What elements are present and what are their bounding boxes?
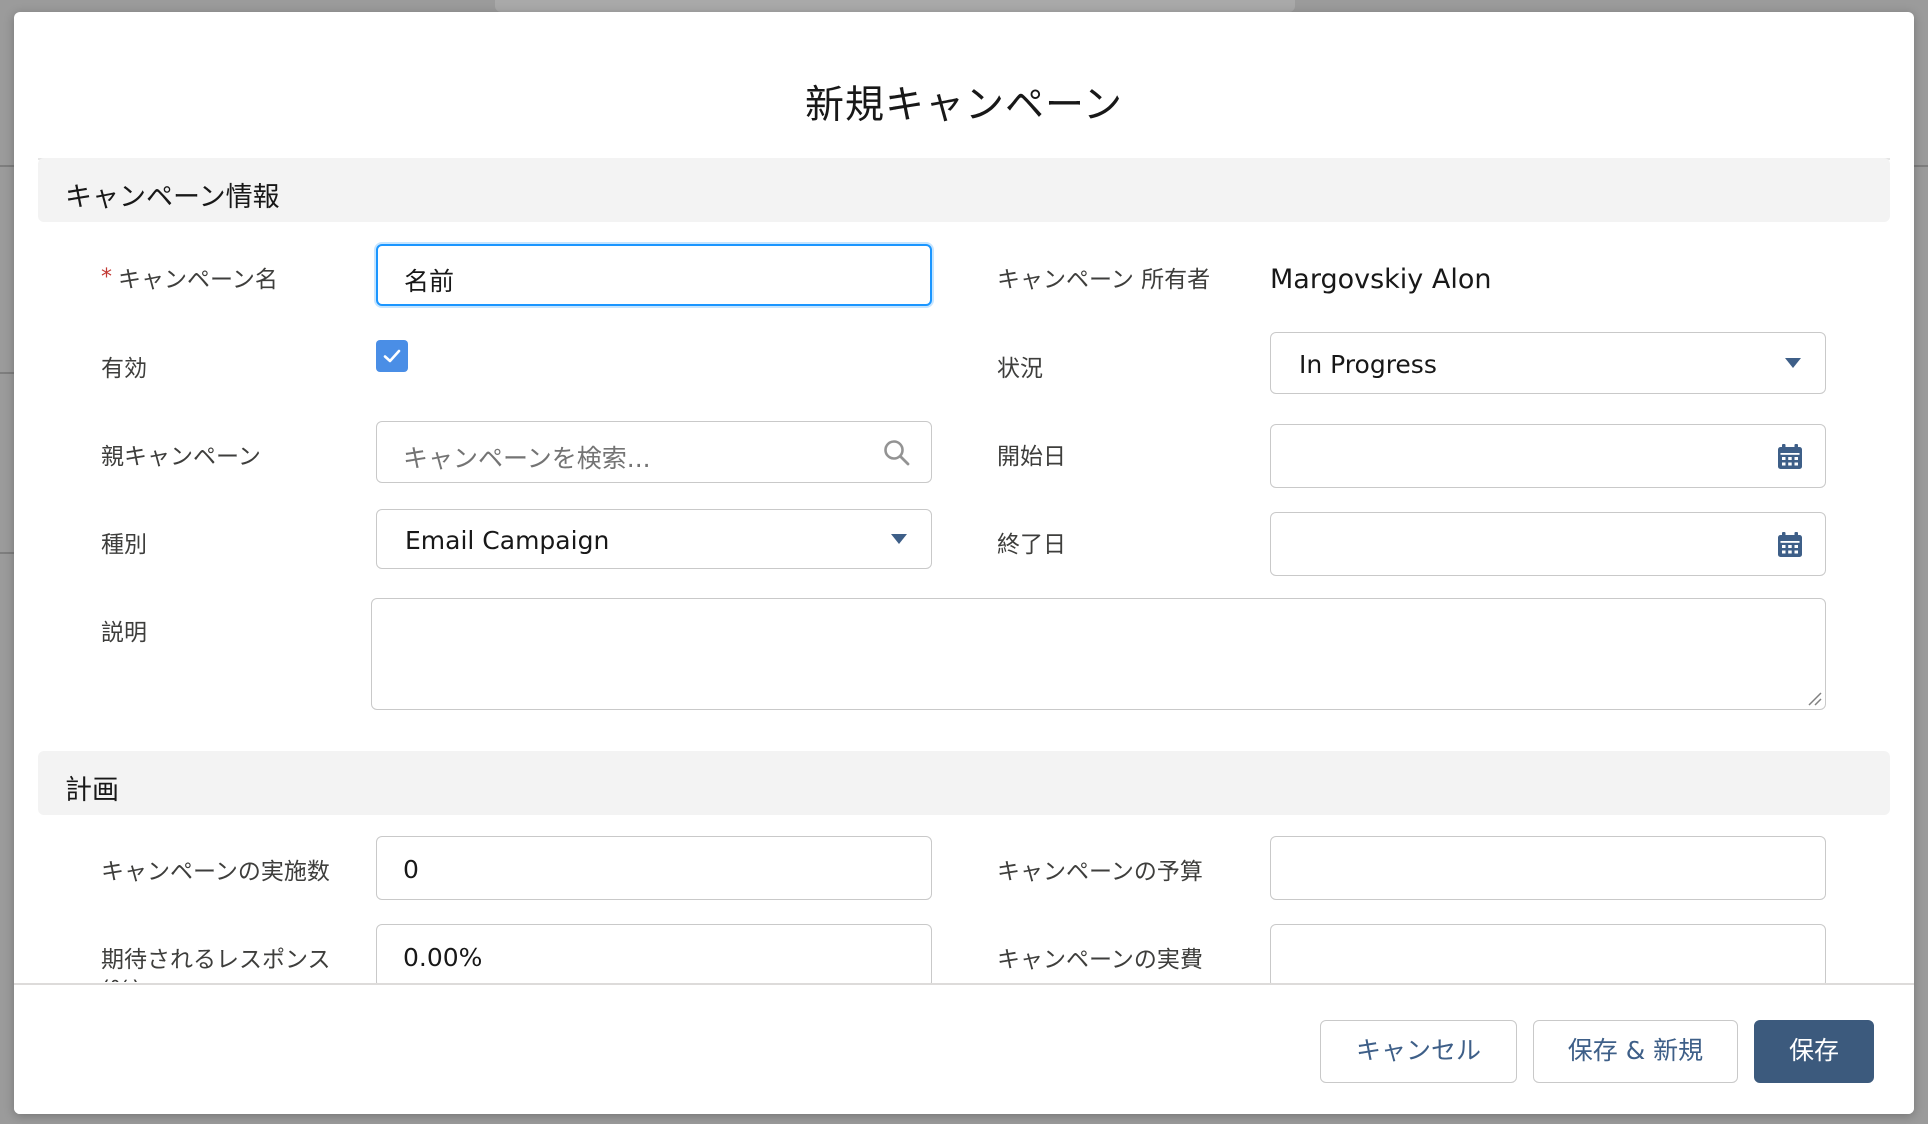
description-textarea[interactable]	[371, 598, 1826, 710]
budget-input[interactable]	[1270, 836, 1826, 900]
chevron-down-icon	[1785, 358, 1801, 368]
expected-response-label: 期待されるレスポンス (%)	[101, 947, 331, 982]
calendar-icon[interactable]	[1776, 443, 1804, 471]
modal-footer: キャンセル 保存 & 新規 保存	[14, 983, 1914, 1114]
actual-cost-label: キャンペーンの実費	[997, 947, 1203, 973]
status-value: In Progress	[1299, 350, 1437, 379]
start-date-label: 開始日	[997, 444, 1066, 470]
end-date-input[interactable]	[1270, 512, 1826, 576]
campaign-name-label: * キャンペーン名	[101, 265, 278, 293]
parent-campaign-label: 親キャンペーン	[101, 444, 261, 470]
num-sent-value: 0	[403, 855, 419, 884]
budget-label: キャンペーンの予算	[997, 859, 1203, 885]
backdrop-divider	[1914, 165, 1928, 167]
backdrop-divider	[0, 372, 14, 374]
backdrop-tab	[495, 0, 1295, 12]
section-campaign-info[interactable]: キャンペーン情報	[38, 158, 1890, 222]
campaign-name-value: 名前	[404, 267, 455, 296]
section-plan[interactable]: 計画	[38, 751, 1890, 815]
parent-campaign-placeholder: キャンペーンを検索...	[403, 444, 651, 473]
cancel-button[interactable]: キャンセル	[1320, 1020, 1517, 1083]
num-sent-input[interactable]: 0	[376, 836, 932, 900]
end-date-label: 終了日	[997, 532, 1066, 558]
active-label: 有効	[101, 356, 147, 382]
expected-response-input[interactable]: 0.00%	[376, 924, 932, 988]
modal-title: 新規キャンペーン	[804, 83, 1124, 128]
resize-handle-icon[interactable]	[1806, 690, 1822, 706]
status-select[interactable]: In Progress	[1270, 332, 1826, 394]
type-value: Email Campaign	[405, 526, 610, 555]
save-button[interactable]: 保存	[1754, 1020, 1874, 1083]
calendar-icon[interactable]	[1776, 531, 1804, 559]
section-title: キャンペーン情報	[65, 182, 280, 213]
save-and-new-button[interactable]: 保存 & 新規	[1533, 1020, 1738, 1083]
active-checkbox[interactable]	[376, 340, 408, 372]
campaign-name-input[interactable]: 名前	[376, 244, 932, 306]
check-icon	[383, 349, 401, 363]
parent-campaign-search[interactable]: キャンペーンを検索...	[376, 421, 932, 483]
backdrop-divider	[0, 165, 14, 167]
actual-cost-input[interactable]	[1270, 924, 1826, 988]
description-label: 説明	[101, 620, 147, 646]
owner-label: キャンペーン 所有者	[997, 267, 1211, 293]
expected-response-value: 0.00%	[403, 943, 483, 972]
section-title: 計画	[65, 775, 119, 806]
type-label: 種別	[101, 532, 147, 558]
type-select[interactable]: Email Campaign	[376, 509, 932, 569]
new-campaign-modal: 新規キャンペーン キャンペーン情報 * キャンペーン名 名前 キャンペーン 所有者…	[14, 12, 1914, 1114]
start-date-input[interactable]	[1270, 424, 1826, 488]
status-label: 状況	[997, 356, 1043, 382]
backdrop-divider	[0, 552, 14, 554]
search-icon[interactable]	[882, 438, 912, 468]
num-sent-label: キャンペーンの実施数	[101, 859, 330, 885]
required-marker: *	[101, 265, 112, 290]
chevron-down-icon	[891, 534, 907, 544]
owner-value: Margovskiy Alon	[1270, 264, 1492, 295]
